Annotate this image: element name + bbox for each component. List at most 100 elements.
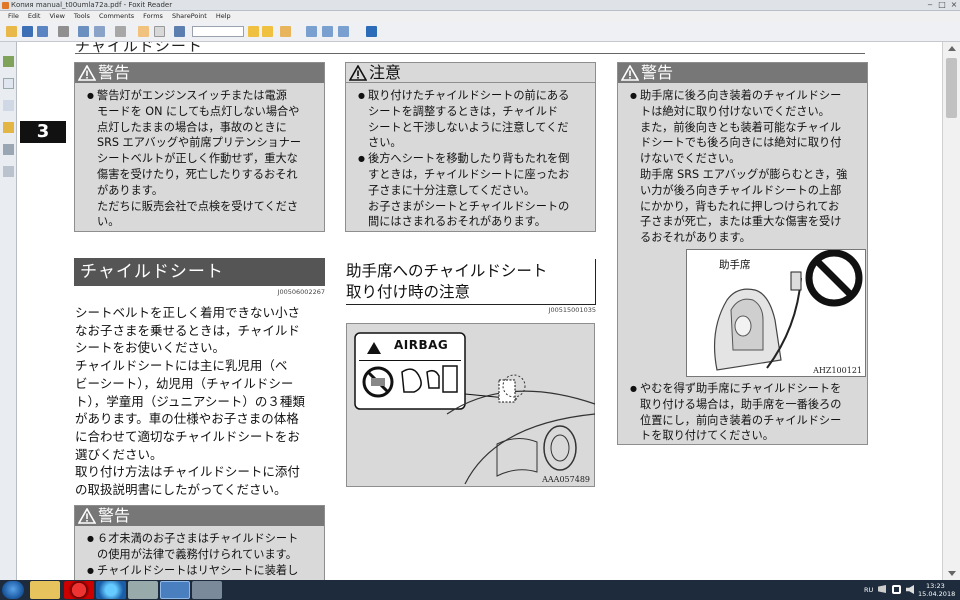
- menu-sharepoint[interactable]: SharePoint: [168, 11, 212, 22]
- caution-line: シートを調整するときは，チャイルド: [368, 104, 559, 118]
- internet-explorer-icon[interactable]: [96, 581, 126, 599]
- airbag-label-text: AIRBAG: [394, 338, 449, 352]
- open-folder-icon[interactable]: [6, 26, 17, 37]
- scroll-thumb[interactable]: [946, 58, 957, 118]
- scroll-up-arrow-icon[interactable]: [948, 46, 956, 51]
- menu-forms[interactable]: Forms: [139, 11, 168, 22]
- clock-date[interactable]: 15.04.2018: [918, 590, 955, 598]
- tray-arrow-icon[interactable]: [878, 585, 886, 593]
- scroll-down-arrow-icon[interactable]: [948, 571, 956, 576]
- caution-body: 取り付けたチャイルドシートの前にある シートを調整するときは，チャイルド シート…: [346, 83, 595, 234]
- computer-icon[interactable]: [128, 581, 158, 599]
- warning-line: モードを ON にしても点灯しない場合や: [97, 104, 300, 118]
- warning-triangle-icon: [78, 508, 96, 524]
- menu-edit[interactable]: Edit: [24, 11, 46, 22]
- caution-line: シートと干渉しないように注意してくだ: [368, 120, 569, 134]
- foxit-plugin-icon[interactable]: [366, 26, 377, 37]
- find-next-icon[interactable]: [262, 26, 273, 37]
- warning-body-continued: やむを得ず助手席にチャイルドシートを 取り付ける場合は，助手席を一番後ろの 位置…: [630, 381, 866, 444]
- warning-line: ただちに販売会社で点検を受けてくださ: [97, 199, 299, 213]
- menu-bar: File Edit View Tools Comments Forms Shar…: [0, 11, 960, 22]
- clipboard-icon[interactable]: [115, 26, 126, 37]
- header-rule: [75, 53, 865, 54]
- airbag-label-figure: AIRBAG AAA057489: [346, 323, 596, 487]
- scan-icon[interactable]: [94, 26, 105, 37]
- actual-size-icon[interactable]: [338, 26, 349, 37]
- caution-line: 間にはさまれるおそれがあります。: [368, 215, 546, 229]
- attachments-icon[interactable]: [3, 144, 14, 155]
- bookmarks-icon[interactable]: [3, 56, 14, 67]
- warning-heading: 警告: [641, 63, 674, 82]
- find-prev-icon[interactable]: [248, 26, 259, 37]
- body-line: シートベルトを正しく着用できない小さ: [75, 305, 301, 320]
- caution-box: 注意 取り付けたチャイルドシートの前にある シートを調整するときは，チャイルド …: [345, 62, 596, 232]
- start-button[interactable]: [2, 581, 24, 599]
- warning-line: ６才未満のお子さまはチャイルドシート: [87, 531, 316, 547]
- menu-tools[interactable]: Tools: [70, 11, 95, 22]
- warning-line: やむを得ず助手席にチャイルドシートを: [630, 381, 866, 397]
- warning-heading: 警告: [98, 506, 131, 525]
- fit-width-icon[interactable]: [322, 26, 333, 37]
- explorer-icon[interactable]: [30, 581, 60, 599]
- clock-time[interactable]: 13:23: [926, 582, 945, 590]
- save-icon[interactable]: [22, 26, 33, 37]
- menu-comments[interactable]: Comments: [95, 11, 139, 22]
- warning-line: の使用が法律で義務付けられています。: [97, 547, 297, 561]
- warning-line: い。: [97, 215, 120, 229]
- warning-body: 警告灯がエンジンスイッチまたは電源 モードを ON にしても点灯しない場合や 点…: [75, 83, 324, 234]
- body-line: シートをお使いください。: [75, 340, 226, 356]
- body-line: に合わせて適切なチャイルドシートをお: [75, 428, 300, 444]
- toolbar: [0, 22, 960, 42]
- section-title-rule-v: [595, 259, 596, 305]
- warning-line: 取り付ける場合は，助手席を一番後ろの: [640, 397, 842, 411]
- menu-help[interactable]: Help: [212, 11, 236, 22]
- app-taskbar-icon[interactable]: [192, 581, 222, 599]
- comments-panel-icon[interactable]: [3, 122, 14, 133]
- window-title: Копия manual_t00umla72a.pdf - Foxit Read…: [11, 1, 173, 9]
- fit-page-icon[interactable]: [306, 26, 317, 37]
- email-icon[interactable]: [78, 26, 89, 37]
- warning-body: 助手席に後ろ向き装着のチャイルドシー トは絶対に取り付けないでください。 また，…: [618, 83, 867, 250]
- layers-icon[interactable]: [3, 100, 14, 111]
- warning-header: 警告: [75, 63, 324, 83]
- menu-view[interactable]: View: [45, 11, 69, 22]
- hand-tool-icon[interactable]: [138, 26, 149, 37]
- chapter-tab: 3: [20, 121, 66, 143]
- warning-line: 点灯したままの場合は，事故のときに: [97, 120, 287, 134]
- warning-line: SRS エアバッグや前席プリテンショナー: [97, 136, 302, 150]
- volume-icon[interactable]: [906, 585, 914, 594]
- print-icon[interactable]: [58, 26, 69, 37]
- caution-line: すときは，チャイルドシートに座ったお: [368, 167, 570, 181]
- airbag-dashboard-illustration: [354, 332, 596, 485]
- pages-icon[interactable]: [3, 78, 14, 89]
- caution-header: 注意: [346, 63, 595, 83]
- select-text-icon[interactable]: [154, 26, 165, 37]
- document-view[interactable]: チャイルドシート 3 警告 警告灯がエンジンスイッチまたは電源 モードを ON …: [17, 42, 942, 580]
- maximize-button[interactable]: □: [936, 0, 948, 11]
- section-code: J00506002267: [277, 288, 325, 296]
- warning-line: 警告灯がエンジンスイッチまたは電源: [87, 88, 316, 104]
- caution-triangle-icon: [349, 64, 367, 81]
- rear-facing-seat-figure: 助手席 AHZ100121: [686, 249, 866, 377]
- network-icon[interactable]: [892, 585, 901, 594]
- section-body: シートベルトを正しく着用できない小さ なお子さまを乗せるときは，チャイルド シー…: [75, 304, 331, 499]
- caution-line: 子さまに十分注意してください。: [368, 183, 536, 197]
- figure-label-passenger-seat: 助手席: [719, 259, 751, 271]
- section-title-line: 助手席へのチャイルドシート: [346, 262, 548, 280]
- vertical-scrollbar[interactable]: [942, 42, 960, 580]
- binoculars-icon[interactable]: [174, 26, 185, 37]
- minimize-button[interactable]: ‒: [924, 0, 936, 11]
- opera-icon[interactable]: [64, 581, 94, 599]
- find-input[interactable]: [192, 26, 244, 37]
- foxit-taskbar-button[interactable]: [160, 581, 190, 599]
- save-as-icon[interactable]: [37, 26, 48, 37]
- close-button[interactable]: ×: [948, 0, 960, 11]
- foxit-app-icon: [2, 2, 9, 9]
- section-title-child-seat: チャイルドシート: [74, 258, 325, 286]
- warning-line: 助手席に後ろ向き装着のチャイルドシー: [630, 88, 859, 104]
- comment-icon[interactable]: [280, 26, 291, 37]
- menu-file[interactable]: File: [4, 11, 24, 22]
- window-controls: ‒ □ ×: [924, 0, 960, 11]
- language-indicator[interactable]: RU: [864, 586, 873, 594]
- signatures-icon[interactable]: [3, 166, 14, 177]
